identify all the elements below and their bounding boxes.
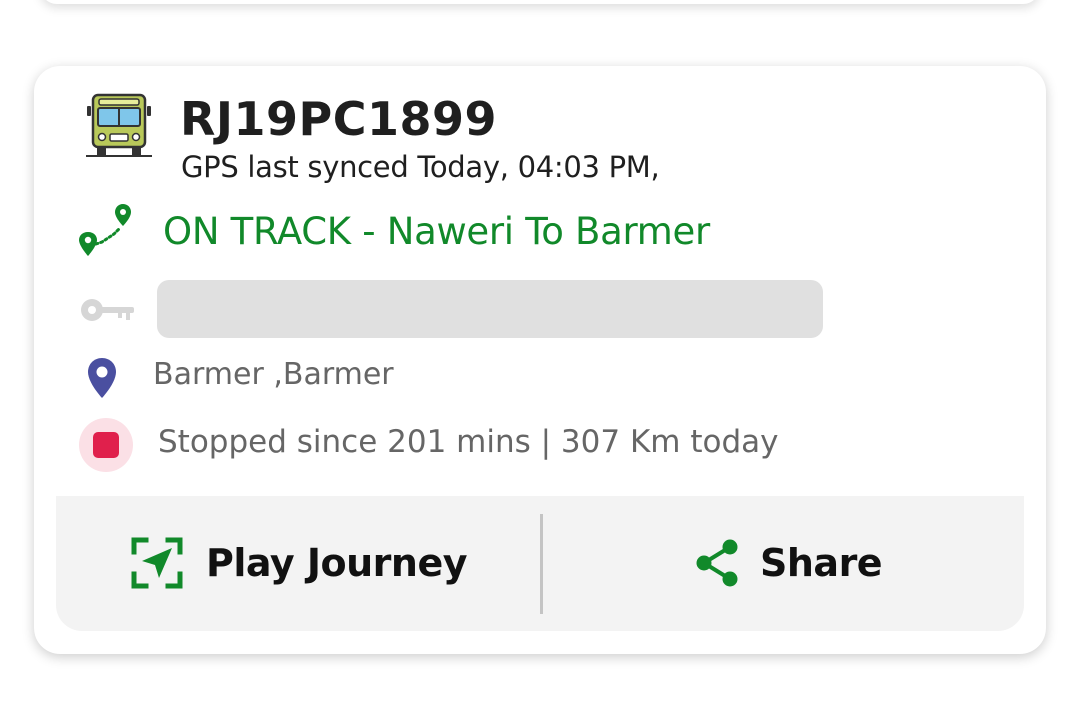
share-icon	[696, 539, 738, 587]
gps-sync-text: GPS last synced Today, 04:03 PM,	[181, 150, 660, 184]
key-value-field	[157, 280, 823, 338]
route-icon	[79, 204, 131, 256]
play-journey-label: Play Journey	[206, 541, 467, 585]
previous-card-edge	[40, 0, 1040, 4]
bus-icon	[86, 93, 152, 157]
movement-status-text: Stopped since 201 mins | 307 Km today	[158, 424, 779, 460]
location-text: Barmer ,Barmer	[153, 357, 394, 392]
navigation-arrow-icon	[131, 537, 183, 589]
key-icon	[81, 299, 134, 321]
vehicle-number: RJ19PC1899	[180, 92, 498, 146]
stop-square	[93, 432, 119, 458]
stop-icon	[79, 418, 133, 472]
location-pin-icon	[88, 358, 116, 398]
share-button[interactable]: Share	[694, 530, 883, 596]
share-label: Share	[760, 541, 883, 585]
actions-divider	[540, 514, 543, 614]
play-journey-button[interactable]: Play Journey	[130, 530, 467, 596]
route-status: ON TRACK - Naweri To Barmer	[163, 210, 710, 253]
